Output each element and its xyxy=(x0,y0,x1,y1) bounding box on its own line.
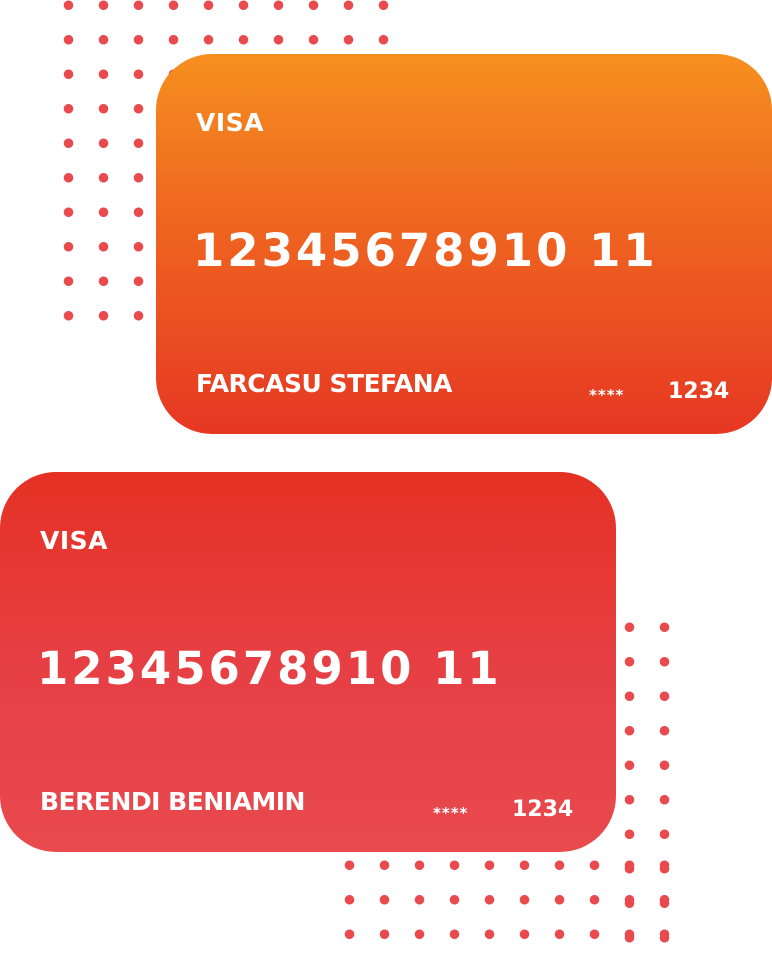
card-holder-name: BERENDI BENIAMIN xyxy=(40,787,305,816)
card-masked-digits: **** xyxy=(589,386,625,404)
card-holder-name: FARCASU STEFANA xyxy=(196,369,452,398)
card-last-four: 1234 xyxy=(668,379,730,404)
card-brand-logo: VISA xyxy=(40,526,109,555)
credit-card-back[interactable]: VISA 12345678910 11 BERENDI BENIAMIN ***… xyxy=(0,472,616,852)
credit-card-front[interactable]: VISA 12345678910 11 FARCASU STEFANA ****… xyxy=(156,54,772,434)
card-last-four: 1234 xyxy=(512,797,574,822)
card-number: 12345678910 11 xyxy=(37,642,502,695)
card-number: 12345678910 11 xyxy=(193,224,658,277)
card-masked-digits: **** xyxy=(433,804,469,822)
card-brand-logo: VISA xyxy=(196,108,265,137)
dot-pattern-bottom xyxy=(332,848,682,952)
